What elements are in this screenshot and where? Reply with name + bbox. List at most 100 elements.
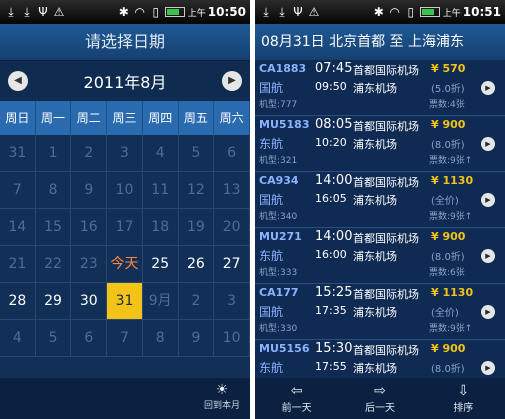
download-icon: ⤓: [24, 4, 30, 19]
bottom-toolbar: ⇦ 前一天 ⇨ 后一天 ⇩ 排序: [255, 378, 505, 419]
day-cell[interactable]: 16: [71, 209, 108, 246]
flight-row[interactable]: CA934 14:00 首都国际机场 ¥ 1130 国航 16:05 浦东机场 (全价) 机型:…: [255, 172, 505, 228]
flight-row[interactable]: MU5183 08:05 首都国际机场 ¥ 900 东航 10:20 浦东机场 (8.0折) 机…: [255, 116, 505, 172]
day-cell[interactable]: 1: [35, 135, 72, 172]
go-arrow-icon[interactable]: ▶: [481, 249, 495, 263]
day-cell[interactable]: 26: [178, 246, 215, 283]
day-cell[interactable]: 13: [214, 172, 250, 209]
selected-day-cell[interactable]: 31: [107, 283, 143, 320]
departure-time: 08:05: [315, 117, 353, 132]
day-cell[interactable]: 14: [0, 209, 36, 246]
arrow-right-icon: ▶: [228, 75, 236, 86]
ticket-count: 票数:9张↑: [429, 324, 473, 334]
ticket-count: 票数:6张: [429, 268, 465, 278]
day-cell[interactable]: 18: [142, 209, 179, 246]
status-time: 10:50: [207, 5, 246, 19]
next-day-label: 后一天: [364, 403, 395, 414]
day-cell[interactable]: 12: [178, 172, 215, 209]
day-cell[interactable]: 5: [178, 135, 215, 172]
arrival-time: 10:20: [315, 136, 347, 149]
day-cell[interactable]: 21: [0, 246, 36, 283]
sort-button[interactable]: ⇩ 排序: [433, 383, 493, 414]
day-cell[interactable]: 2: [178, 283, 215, 320]
flight-row[interactable]: CA1883 07:45 首都国际机场 ¥ 570 国航 09:50 浦东机场 (5.0折) 机…: [255, 60, 505, 116]
weekday-label: 周四: [143, 101, 179, 135]
prev-month-button[interactable]: ◀: [8, 71, 28, 91]
status-bar: ⤓ ⤓ Ψ ⚠ ✱ ◠ ▯ 上午 10:50: [0, 0, 250, 24]
day-cell[interactable]: 9: [178, 320, 215, 357]
arrival-time: 17:35: [315, 304, 347, 317]
flight-row[interactable]: MU271 14:00 首都国际机场 ¥ 900 东航 16:00 浦东机场 (8.0折) 机型…: [255, 228, 505, 284]
discount: (8.0折): [431, 252, 465, 263]
day-cell[interactable]: 29: [35, 283, 72, 320]
aircraft-model: 机型:330: [259, 324, 298, 334]
day-cell[interactable]: 27: [214, 246, 250, 283]
day-cell[interactable]: 10: [214, 320, 250, 357]
arrival-airport: 浦东机场: [353, 362, 397, 375]
departure-airport: 首都国际机场: [353, 344, 419, 357]
arrow-left-icon: ⇦: [290, 383, 303, 399]
flight-number: MU271: [259, 230, 302, 243]
day-cell[interactable]: 4: [142, 135, 179, 172]
departure-time: 14:00: [315, 229, 353, 244]
status-time: 10:51: [462, 5, 501, 19]
departure-time: 14:00: [315, 173, 353, 188]
departure-time: 15:30: [315, 341, 353, 356]
departure-airport: 首都国际机场: [353, 176, 419, 189]
day-cell[interactable]: 11: [142, 172, 179, 209]
day-cell[interactable]: 15: [35, 209, 72, 246]
flight-number: MU5156: [259, 342, 310, 355]
battery-icon: [419, 7, 440, 17]
arrival-airport: 浦东机场: [353, 250, 397, 263]
next-day-button[interactable]: ⇨ 后一天: [350, 383, 410, 414]
day-cell[interactable]: 9: [71, 172, 108, 209]
go-arrow-icon[interactable]: ▶: [481, 193, 495, 207]
status-ampm: 上午: [187, 8, 206, 19]
arrival-airport: 浦东机场: [353, 306, 397, 319]
go-arrow-icon[interactable]: ▶: [481, 137, 495, 151]
weekday-label: 周一: [36, 101, 72, 135]
day-cell[interactable]: 5: [35, 320, 72, 357]
day-cell[interactable]: 8: [142, 320, 179, 357]
day-cell[interactable]: 22: [35, 246, 72, 283]
departure-time: 15:25: [315, 285, 353, 300]
next-month-button[interactable]: ▶: [222, 71, 242, 91]
flight-row[interactable]: CA177 15:25 首都国际机场 ¥ 1130 国航 17:35 浦东机场 (全价) 机型:…: [255, 284, 505, 340]
prev-day-button[interactable]: ⇦ 前一天: [267, 383, 327, 414]
arrival-time: 09:50: [315, 80, 347, 93]
wifi-icon: ◠: [134, 5, 146, 19]
day-cell[interactable]: 17: [107, 209, 143, 246]
calendar-grid: 31 1 2 3 4 5 6 7 8 9 10 11 12 13 14 15 16 17 18 19 20 21 22 23 今…: [0, 135, 250, 357]
sort-label: 排序: [453, 403, 474, 414]
day-cell[interactable]: 30: [71, 283, 108, 320]
back-to-month-button[interactable]: ☀ 回到本月: [202, 382, 242, 411]
day-cell[interactable]: 8: [35, 172, 72, 209]
today-cell[interactable]: 今天: [107, 246, 143, 283]
day-cell[interactable]: 23: [71, 246, 108, 283]
day-cell[interactable]: 10: [107, 172, 143, 209]
day-cell[interactable]: 9月: [142, 283, 179, 320]
go-arrow-icon[interactable]: ▶: [481, 81, 495, 95]
day-cell[interactable]: 7: [107, 320, 143, 357]
day-cell[interactable]: 3: [107, 135, 143, 172]
flight-list-screen: ⤓ ⤓ Ψ ⚠ ✱ ◠ ▯ 上午 10:51 08月31日 北京首都 至 上海浦…: [255, 0, 505, 419]
go-arrow-icon[interactable]: ▶: [481, 305, 495, 319]
flight-number: MU5183: [259, 118, 310, 131]
day-cell[interactable]: 20: [214, 209, 250, 246]
day-cell[interactable]: 28: [0, 283, 36, 320]
price: ¥ 900: [431, 342, 466, 355]
day-cell[interactable]: 2: [71, 135, 108, 172]
sd-card-icon: ▯: [407, 5, 415, 19]
airline: 国航: [259, 305, 284, 319]
go-arrow-icon[interactable]: ▶: [481, 361, 495, 375]
day-cell[interactable]: 3: [214, 283, 250, 320]
day-cell[interactable]: 19: [178, 209, 215, 246]
day-cell[interactable]: 6: [71, 320, 108, 357]
day-cell[interactable]: 6: [214, 135, 250, 172]
day-cell[interactable]: 25: [142, 246, 179, 283]
day-cell[interactable]: 4: [0, 320, 36, 357]
aircraft-model: 机型:321: [259, 156, 298, 166]
day-cell[interactable]: 31: [0, 135, 36, 172]
day-cell[interactable]: 7: [0, 172, 36, 209]
sort-icon: ⇩: [457, 383, 470, 399]
